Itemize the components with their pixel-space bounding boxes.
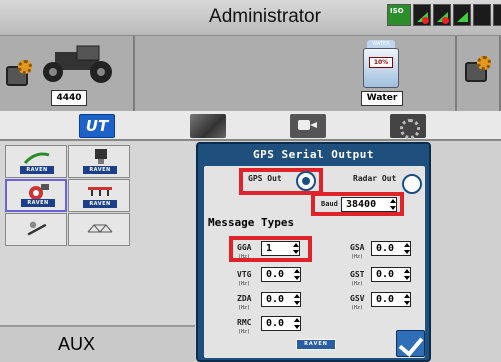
gps-serial-output-dialog: GPS Serial Output GPS Out Radar Out Baud… (196, 142, 431, 362)
gsv-field[interactable]: 0.0 (371, 292, 411, 307)
gps-out-radio[interactable] (296, 171, 316, 191)
title-bar: Administrator ISO (0, 0, 501, 36)
zda-unit: (Hz) (238, 305, 251, 311)
gst-stepper-icon[interactable] (404, 268, 410, 281)
status-icons: ISO (387, 4, 501, 30)
dialog-panel: GPS Out Radar Out Baud 38400 Message Typ… (204, 166, 425, 358)
gsv-unit: (Hz) (351, 305, 364, 311)
gga-stepper-icon[interactable] (293, 242, 299, 255)
vtg-field[interactable]: 0.0 (261, 267, 301, 282)
baud-stepper-icon[interactable] (390, 198, 396, 211)
tractor-label: 4440 (51, 90, 87, 106)
tab-settings[interactable] (390, 114, 426, 139)
app-nozzle-button[interactable]: RAVEN (68, 145, 130, 178)
tab-ut[interactable]: UT (79, 114, 115, 138)
zda-label: ZDA (237, 294, 252, 303)
gps-out-label: GPS Out (248, 174, 282, 183)
gst-value: 0.0 (376, 269, 395, 280)
baud-value: 38400 (346, 199, 377, 210)
guidance-line-icon (24, 152, 50, 165)
zda-field[interactable]: 0.0 (261, 292, 301, 307)
signal-warning-icon (433, 4, 451, 26)
tab-camera[interactable] (290, 114, 326, 138)
app-boom-button[interactable]: RAVEN (68, 179, 130, 212)
iso-status-icon: ISO (387, 4, 411, 26)
aux-button[interactable]: AUX (0, 325, 195, 362)
zda-value: 0.0 (266, 294, 285, 305)
bridge-icon (87, 224, 113, 233)
vtg-label: VTG (237, 270, 252, 279)
implement-settings-cell[interactable] (455, 36, 501, 111)
gsa-value: 0.0 (376, 243, 395, 254)
confirm-button[interactable] (396, 330, 425, 357)
tractor-cell[interactable]: 4440 (0, 36, 135, 111)
tab-bar: UT (0, 111, 501, 141)
gps-status-icon (453, 4, 471, 26)
tank-level: 10% (369, 57, 393, 68)
baud-field[interactable]: 38400 (341, 197, 397, 212)
tractor-icon (43, 45, 112, 83)
gsa-stepper-icon[interactable] (404, 242, 410, 255)
tank-icon: WATER 10% (363, 40, 399, 88)
gsv-value: 0.0 (376, 294, 395, 305)
radar-out-label: Radar Out (353, 174, 397, 183)
raven-logo: RAVEN (296, 339, 336, 350)
gps-satellite-icon (29, 184, 49, 200)
raven-brand-label: RAVEN (20, 166, 54, 174)
display-status-icon (473, 4, 491, 26)
product-cell[interactable]: WATER 10% Water (135, 36, 455, 111)
gsv-label: GSV (350, 294, 365, 303)
implement-settings-icon[interactable] (465, 56, 491, 82)
tab-map[interactable] (190, 114, 226, 138)
gga-label: GGA (237, 243, 252, 252)
vtg-stepper-icon[interactable] (294, 268, 300, 281)
message-types-heading: Message Types (208, 216, 295, 229)
gga-unit: (Hz) (238, 254, 251, 260)
baud-label: Baud (321, 200, 338, 208)
gsv-stepper-icon[interactable] (404, 293, 410, 306)
tank-cap-label: WATER (367, 40, 395, 48)
rmc-label: RMC (237, 318, 252, 327)
vtg-value: 0.0 (266, 269, 285, 280)
raven-brand-label: RAVEN (21, 199, 55, 207)
rmc-field[interactable]: 0.0 (261, 316, 301, 331)
gsa-label: GSA (350, 243, 365, 252)
gsa-unit: (Hz) (351, 254, 364, 260)
window-title: Administrator (209, 6, 321, 27)
dialog-title: GPS Serial Output (252, 148, 375, 161)
gga-field[interactable]: 1 (261, 241, 300, 256)
gga-value: 1 (266, 243, 273, 254)
aux-label: AUX (58, 334, 96, 354)
raven-brand-label: RAVEN (83, 166, 117, 174)
rmc-stepper-icon[interactable] (294, 317, 300, 330)
app-list: RAVEN RAVEN RAVEN RAVEN AUX (0, 141, 195, 362)
seed-scale-icon (27, 221, 47, 236)
rmc-unit: (Hz) (238, 329, 251, 335)
machine-bar: 4440 WATER 10% Water (0, 36, 501, 111)
zda-stepper-icon[interactable] (294, 293, 300, 306)
raven-brand-label: RAVEN (83, 200, 117, 208)
gst-field[interactable]: 0.0 (371, 267, 411, 282)
product-label: Water (361, 91, 403, 106)
spray-nozzle-icon (95, 149, 107, 164)
machine-settings-icon[interactable] (6, 60, 32, 86)
app-bridge-button[interactable] (68, 213, 130, 246)
gst-unit: (Hz) (351, 281, 364, 287)
app-scale-button[interactable] (5, 213, 67, 246)
radar-out-radio[interactable] (402, 174, 422, 194)
gsa-field[interactable]: 0.0 (371, 241, 411, 256)
app-guidance-button[interactable]: RAVEN (5, 145, 67, 178)
gst-label: GST (350, 270, 365, 279)
rmc-value: 0.0 (266, 318, 285, 329)
vehicle-status-icon (493, 4, 501, 26)
vtg-unit: (Hz) (238, 281, 251, 287)
app-gps-button[interactable]: RAVEN (5, 179, 67, 212)
boom-sprayer-icon (88, 187, 112, 196)
signal-error-icon (413, 4, 431, 26)
